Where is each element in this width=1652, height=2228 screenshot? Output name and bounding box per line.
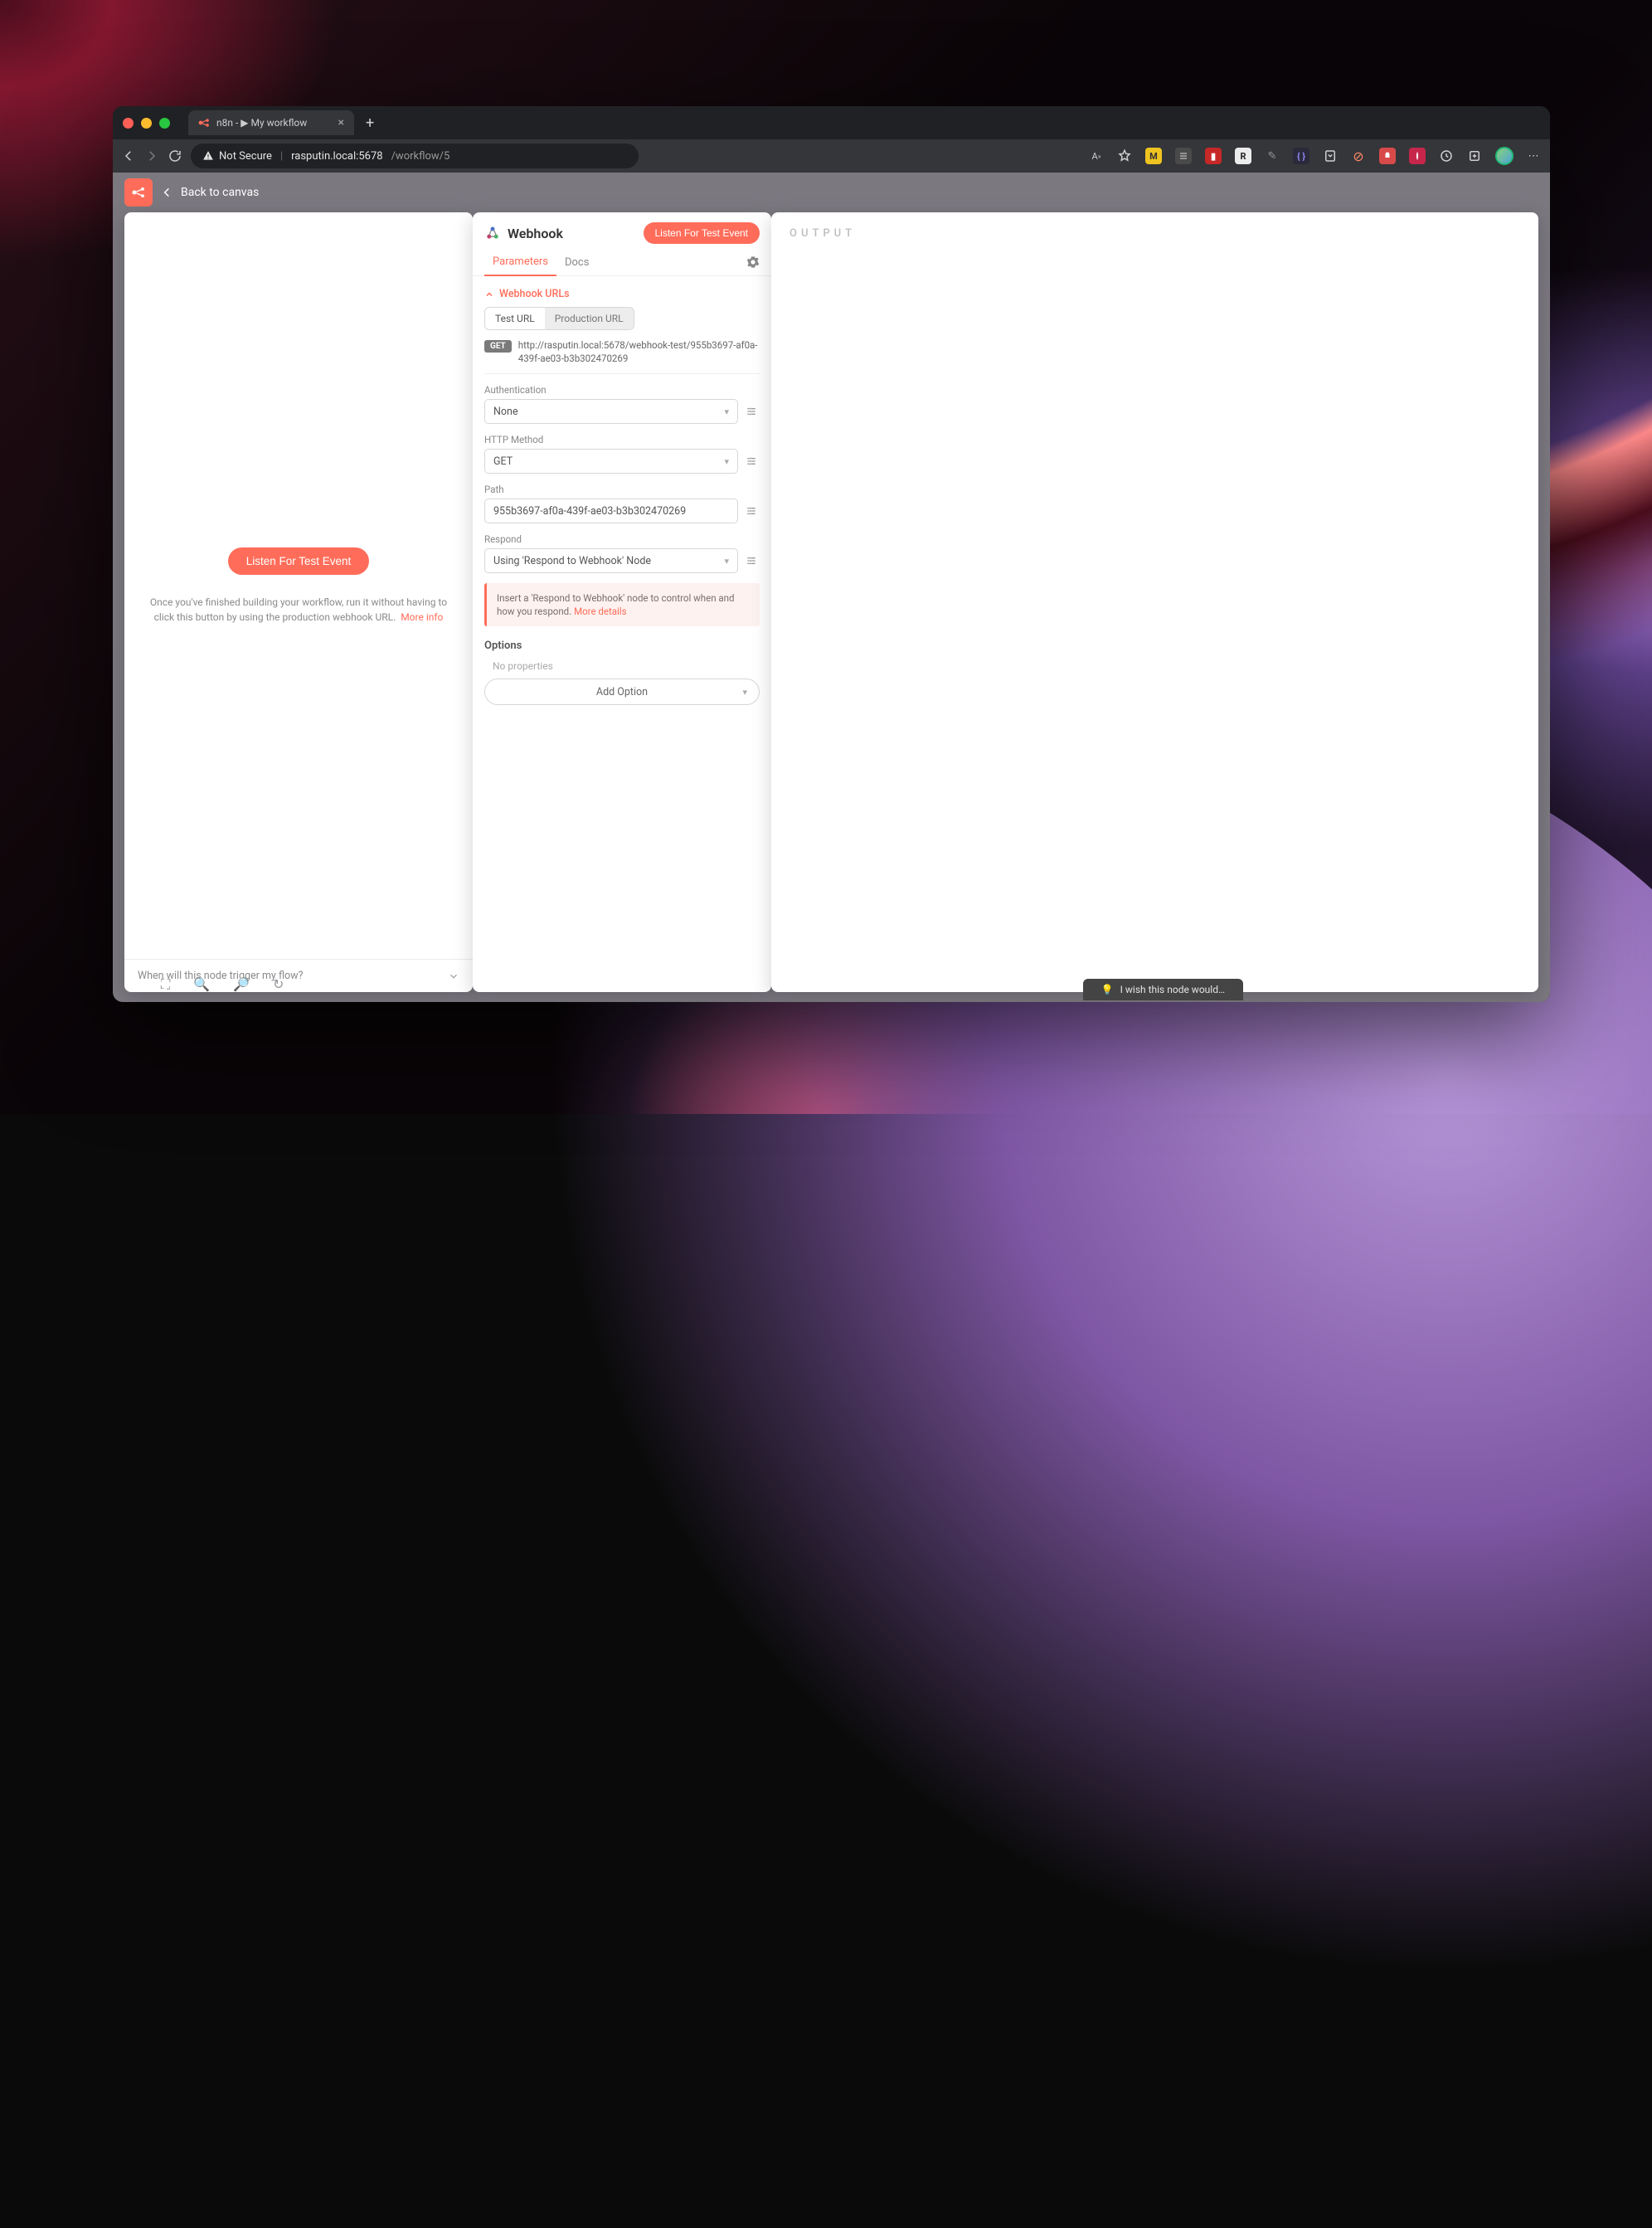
production-url-tab[interactable]: Production URL (545, 308, 634, 329)
webhook-urls-toggle[interactable]: Webhook URLs (484, 288, 760, 300)
test-url-tab[interactable]: Test URL (485, 308, 545, 329)
window-controls (123, 118, 170, 129)
extension-icon[interactable]: M (1145, 148, 1162, 164)
node-title: Webhook (484, 225, 563, 241)
more-details-link[interactable]: More details (574, 606, 626, 617)
url-path: /workflow/5 (391, 150, 450, 163)
listen-for-test-event-button-small[interactable]: Listen For Test Event (644, 222, 760, 244)
chevron-down-icon: ▾ (724, 456, 729, 467)
webhook-icon (484, 225, 501, 241)
tab-docs[interactable]: Docs (556, 250, 597, 275)
node-settings-button[interactable] (746, 255, 760, 269)
chevron-down-icon: ▾ (724, 406, 729, 417)
new-tab-button[interactable]: + (361, 114, 379, 132)
back-to-canvas-link[interactable]: Back to canvas (161, 186, 259, 199)
extension-icon[interactable]: { } (1293, 148, 1309, 164)
chevron-down-icon (448, 970, 459, 982)
zoom-in-icon[interactable]: 🔍 (193, 976, 210, 993)
output-panel: OUTPUT (771, 212, 1538, 992)
page-content: Back to canvas Listen For Test Event Onc… (113, 173, 1550, 1002)
extension-icon[interactable] (1175, 148, 1192, 164)
maximize-window-button[interactable] (159, 118, 170, 129)
security-label: Not Secure (219, 150, 272, 163)
no-properties-label: No properties (493, 660, 760, 672)
favorite-icon[interactable] (1117, 148, 1132, 163)
app-logo (124, 178, 153, 207)
output-heading: OUTPUT (771, 212, 1538, 255)
collections-icon[interactable] (1467, 148, 1482, 163)
reload-button[interactable] (168, 148, 182, 163)
toolbar-right: A» M ▮ R ✎ { } ⊘ (1089, 147, 1542, 165)
browser-window: n8n - ▶ My workflow × + Not Secure | ras… (113, 106, 1550, 1002)
extension-icon[interactable]: ▮ (1205, 148, 1222, 164)
respond-note: Insert a 'Respond to Webhook' node to co… (484, 583, 760, 626)
browser-tab[interactable]: n8n - ▶ My workflow × (188, 110, 354, 135)
lightbulb-icon: 💡 (1101, 984, 1114, 995)
extension-icon[interactable]: ✎ (1265, 148, 1280, 163)
nav-forward-button[interactable] (144, 148, 159, 163)
tab-favicon (198, 117, 210, 129)
app-topbar: Back to canvas (113, 173, 1550, 212)
reset-icon[interactable]: ↻ (273, 976, 284, 993)
authentication-label: Authentication (484, 384, 760, 396)
chevron-down-icon: ▾ (742, 687, 747, 698)
address-bar[interactable]: Not Secure | rasputin.local:5678/workflo… (191, 144, 639, 168)
options-heading: Options (484, 640, 760, 652)
more-info-link[interactable]: More info (401, 611, 443, 623)
browser-menu-button[interactable]: ⋯ (1527, 148, 1542, 163)
extension-icon[interactable] (1409, 148, 1426, 164)
url-host: rasputin.local:5678 (291, 150, 382, 163)
field-options-icon[interactable] (745, 554, 760, 567)
node-feedback-prompt[interactable]: 💡 I wish this node would… (1083, 979, 1243, 1000)
authentication-select[interactable]: None ▾ (484, 399, 738, 424)
add-option-button[interactable]: Add Option ▾ (484, 679, 760, 705)
input-panel: Listen For Test Event Once you've finish… (124, 212, 473, 992)
nav-back-button[interactable] (121, 148, 136, 163)
http-method-select[interactable]: GET ▾ (484, 449, 738, 474)
http-method-label: HTTP Method (484, 434, 760, 445)
webhook-url-display[interactable]: GET http://rasputin.local:5678/webhook-t… (484, 338, 760, 374)
extension-icon[interactable] (1379, 148, 1396, 164)
path-input[interactable]: 955b3697-af0a-439f-ae03-b3b302470269 (484, 499, 738, 523)
close-window-button[interactable] (123, 118, 134, 129)
field-options-icon[interactable] (745, 405, 760, 418)
browser-toolbar: Not Secure | rasputin.local:5678/workflo… (113, 139, 1550, 173)
extension-icon[interactable]: ⊘ (1351, 148, 1366, 163)
respond-select[interactable]: Using 'Respond to Webhook' Node ▾ (484, 548, 738, 573)
extensions-menu-icon[interactable] (1439, 148, 1454, 163)
field-options-icon[interactable] (745, 455, 760, 468)
url-mode-switch: Test URL Production URL (484, 307, 634, 330)
feedback-text: I wish this node would… (1120, 984, 1225, 995)
input-help-text: Once you've finished building your workf… (143, 595, 454, 625)
tab-parameters[interactable]: Parameters (484, 249, 556, 276)
security-warning: Not Secure (202, 150, 272, 163)
path-label: Path (484, 484, 760, 495)
profile-avatar[interactable] (1495, 147, 1514, 165)
canvas-toolbar: ⛶ 🔍 🔎 ↻ (161, 976, 284, 993)
tab-title: n8n - ▶ My workflow (216, 117, 307, 129)
http-method-pill: GET (484, 340, 512, 353)
workspace: Listen For Test Event Once you've finish… (124, 212, 1538, 992)
minimize-window-button[interactable] (141, 118, 152, 129)
field-options-icon[interactable] (745, 504, 760, 518)
respond-label: Respond (484, 533, 760, 545)
config-tabs: Parameters Docs (473, 249, 771, 276)
close-tab-button[interactable]: × (338, 116, 344, 129)
extension-icon[interactable]: R (1235, 148, 1251, 164)
chevron-down-icon: ▾ (724, 556, 729, 567)
read-aloud-icon[interactable]: A» (1089, 148, 1104, 163)
node-config-panel: Webhook Listen For Test Event Parameters… (473, 212, 771, 992)
back-to-canvas-label: Back to canvas (181, 186, 259, 199)
fit-view-icon[interactable]: ⛶ (161, 976, 170, 993)
zoom-out-icon[interactable]: 🔎 (233, 976, 250, 993)
listen-for-test-event-button[interactable]: Listen For Test Event (228, 547, 370, 575)
webhook-url-value: http://rasputin.local:5678/webhook-test/… (518, 338, 760, 365)
tabstrip: n8n - ▶ My workflow × + (113, 106, 1550, 139)
pocket-icon[interactable] (1323, 148, 1338, 163)
